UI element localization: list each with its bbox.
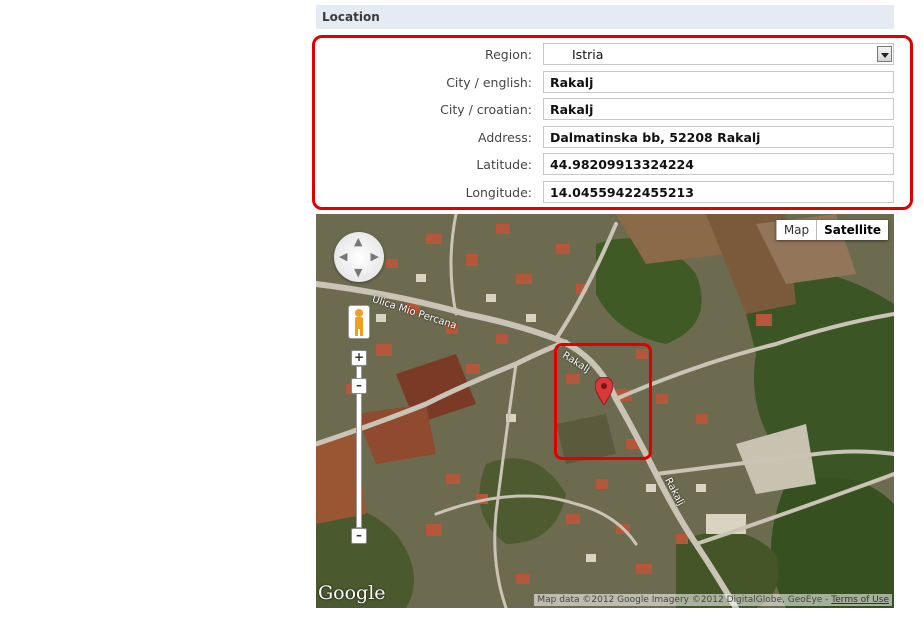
city-english-label: City / english:	[446, 75, 532, 90]
section-header-location: Location	[316, 5, 894, 29]
region-select[interactable]: Istria	[543, 43, 894, 65]
zoom-slider-handle[interactable]: –	[351, 378, 367, 394]
pegman-icon[interactable]	[348, 305, 370, 339]
longitude-row: Longitude: 14.04559422455213	[312, 181, 912, 204]
pan-control-icon[interactable]: ▲ ▼ ◀ ▶	[334, 232, 384, 282]
map-attribution: Map data ©2012 Google Imagery ©2012 Digi…	[534, 594, 892, 606]
map-marker-icon[interactable]	[595, 377, 613, 405]
city-croatian-row: City / croatian: Rakalj	[312, 98, 912, 121]
city-english-input[interactable]: Rakalj	[543, 71, 894, 93]
attribution-text: Map data ©2012 Google Imagery ©2012 Digi…	[537, 595, 832, 605]
pan-up-icon[interactable]: ▲	[354, 236, 362, 247]
pan-left-icon[interactable]: ◀	[339, 251, 347, 262]
google-logo: Google	[318, 582, 386, 604]
satellite-imagery	[316, 214, 894, 608]
longitude-input[interactable]: 14.04559422455213	[543, 181, 894, 203]
latitude-input[interactable]: 44.98209913324224	[543, 153, 894, 175]
latitude-label: Latitude:	[476, 157, 532, 172]
region-row: Region: Istria	[312, 43, 912, 66]
pan-down-icon[interactable]: ▼	[354, 267, 362, 278]
zoom-out-icon[interactable]: –	[351, 528, 367, 544]
satellite-map[interactable]: Ulica Mio Percana Rakalj Rakalj Map Sate…	[316, 214, 894, 608]
city-croatian-input[interactable]: Rakalj	[543, 98, 894, 120]
pan-right-icon[interactable]: ▶	[371, 251, 379, 262]
address-row: Address: Dalmatinska bb, 52208 Rakalj	[312, 126, 912, 149]
map-type-map-button[interactable]: Map	[775, 220, 817, 240]
map-type-satellite-button[interactable]: Satellite	[816, 220, 888, 240]
terms-of-use-link[interactable]: Terms of Use	[831, 595, 889, 605]
city-english-row: City / english: Rakalj	[312, 71, 912, 94]
location-form: Region: Istria City / english: Rakalj Ci…	[312, 35, 913, 210]
section-title: Location	[322, 10, 380, 24]
zoom-in-icon[interactable]: +	[351, 350, 367, 366]
map-type-control: Map Satellite	[775, 220, 888, 240]
address-input[interactable]: Dalmatinska bb, 52208 Rakalj	[543, 126, 894, 148]
region-label: Region:	[484, 47, 532, 62]
city-croatian-label: City / croatian:	[440, 102, 532, 117]
longitude-label: Longitude:	[465, 185, 532, 200]
chevron-down-icon[interactable]	[877, 46, 892, 62]
latitude-row: Latitude: 44.98209913324224	[312, 153, 912, 176]
address-label: Address:	[478, 130, 532, 145]
region-select-value: Istria	[572, 47, 604, 62]
